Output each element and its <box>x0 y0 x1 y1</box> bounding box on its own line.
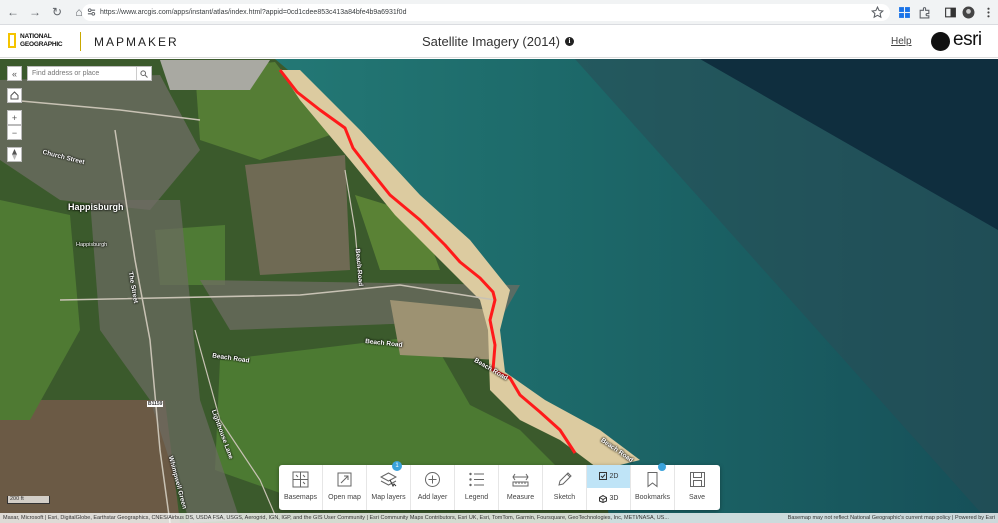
save-disk-icon <box>689 472 705 487</box>
profile-avatar-icon[interactable] <box>962 6 975 19</box>
add-layer-button[interactable]: Add layer <box>411 465 455 510</box>
place-label-happisburgh: Happisburgh <box>68 202 124 212</box>
home-icon <box>10 91 19 100</box>
measure-button[interactable]: Measure <box>499 465 543 510</box>
header-divider <box>80 32 81 51</box>
basemaps-button[interactable]: Basemaps <box>279 465 323 510</box>
home-extent-button[interactable] <box>7 88 22 103</box>
app-name: MAPMAKER <box>94 35 179 49</box>
legend-list-icon <box>469 472 484 487</box>
3d-cube-icon <box>598 494 607 503</box>
esri-globe-icon <box>931 32 950 51</box>
browser-menu-icon[interactable] <box>982 6 995 19</box>
search-input[interactable]: Find address or place <box>27 66 152 81</box>
map-view[interactable]: Church Street Happisburgh Happisburgh Th… <box>0 59 998 523</box>
back-icon[interactable]: ← <box>4 3 22 21</box>
open-map-button[interactable]: Open map <box>323 465 367 510</box>
extension-windows-icon[interactable] <box>898 6 911 19</box>
info-icon[interactable]: i <box>565 37 574 46</box>
add-circle-icon <box>425 472 440 487</box>
bookmark-icon <box>647 472 658 488</box>
esri-logo: esri <box>931 29 991 53</box>
basemaps-grid-icon <box>292 471 309 488</box>
reload-icon[interactable]: ↻ <box>48 3 66 21</box>
measure-ruler-icon <box>512 473 529 487</box>
scale-bar: 200 ft <box>7 496 50 504</box>
compass-icon <box>12 149 17 160</box>
url-text: https://www.arcgis.com/apps/instant/atla… <box>100 9 407 16</box>
sketch-button[interactable]: Sketch <box>543 465 587 510</box>
view-2d-button[interactable]: 2D <box>587 465 630 488</box>
forward-icon[interactable]: → <box>26 3 44 21</box>
layers-icon <box>380 472 397 488</box>
extensions-puzzle-icon[interactable] <box>918 6 931 19</box>
app-header: NATIONAL GEOGRAPHIC MAPMAKER Satellite I… <box>0 25 998 58</box>
natgeo-wordmark: NATIONAL GEOGRAPHIC <box>20 33 63 48</box>
zoom-in-button[interactable]: + <box>7 110 22 125</box>
view-3d-button[interactable]: 3D <box>587 488 630 511</box>
save-button[interactable]: Save <box>675 465 719 510</box>
pencil-icon <box>558 472 572 486</box>
place-label-small: Happisburgh <box>76 242 108 248</box>
compass-button[interactable] <box>7 147 22 162</box>
map-attribution: Maxar, Microsoft | Esri, DigitalGlobe, E… <box>0 513 998 523</box>
bookmarks-indicator-dot <box>658 463 666 471</box>
help-link[interactable]: Help <box>891 36 912 47</box>
map-layers-button[interactable]: 1 Map layers <box>367 461 411 510</box>
road-shield-b1159: B1159 <box>147 401 164 407</box>
2d-square-icon <box>598 472 607 481</box>
map-toolbar: Basemaps Open map 1 Map layers Add layer… <box>279 461 720 510</box>
site-settings-icon[interactable] <box>87 7 96 17</box>
bookmarks-button[interactable]: Bookmarks <box>631 463 675 510</box>
view-mode-toggle: 2D 3D <box>587 465 631 510</box>
satellite-imagery <box>0 59 998 523</box>
natgeo-logo-icon <box>8 33 16 48</box>
collapse-panel-button[interactable]: « <box>7 66 22 81</box>
bookmark-star-icon[interactable] <box>871 6 884 19</box>
legend-button[interactable]: Legend <box>455 465 499 510</box>
layers-count-badge: 1 <box>392 461 402 471</box>
open-map-icon <box>337 472 352 487</box>
zoom-out-button[interactable]: − <box>7 125 22 140</box>
search-icon[interactable] <box>136 67 151 80</box>
side-panel-icon[interactable] <box>944 6 957 19</box>
address-bar[interactable]: https://www.arcgis.com/apps/instant/atla… <box>82 4 890 21</box>
map-title: Satellite Imagery (2014) <box>422 34 561 49</box>
